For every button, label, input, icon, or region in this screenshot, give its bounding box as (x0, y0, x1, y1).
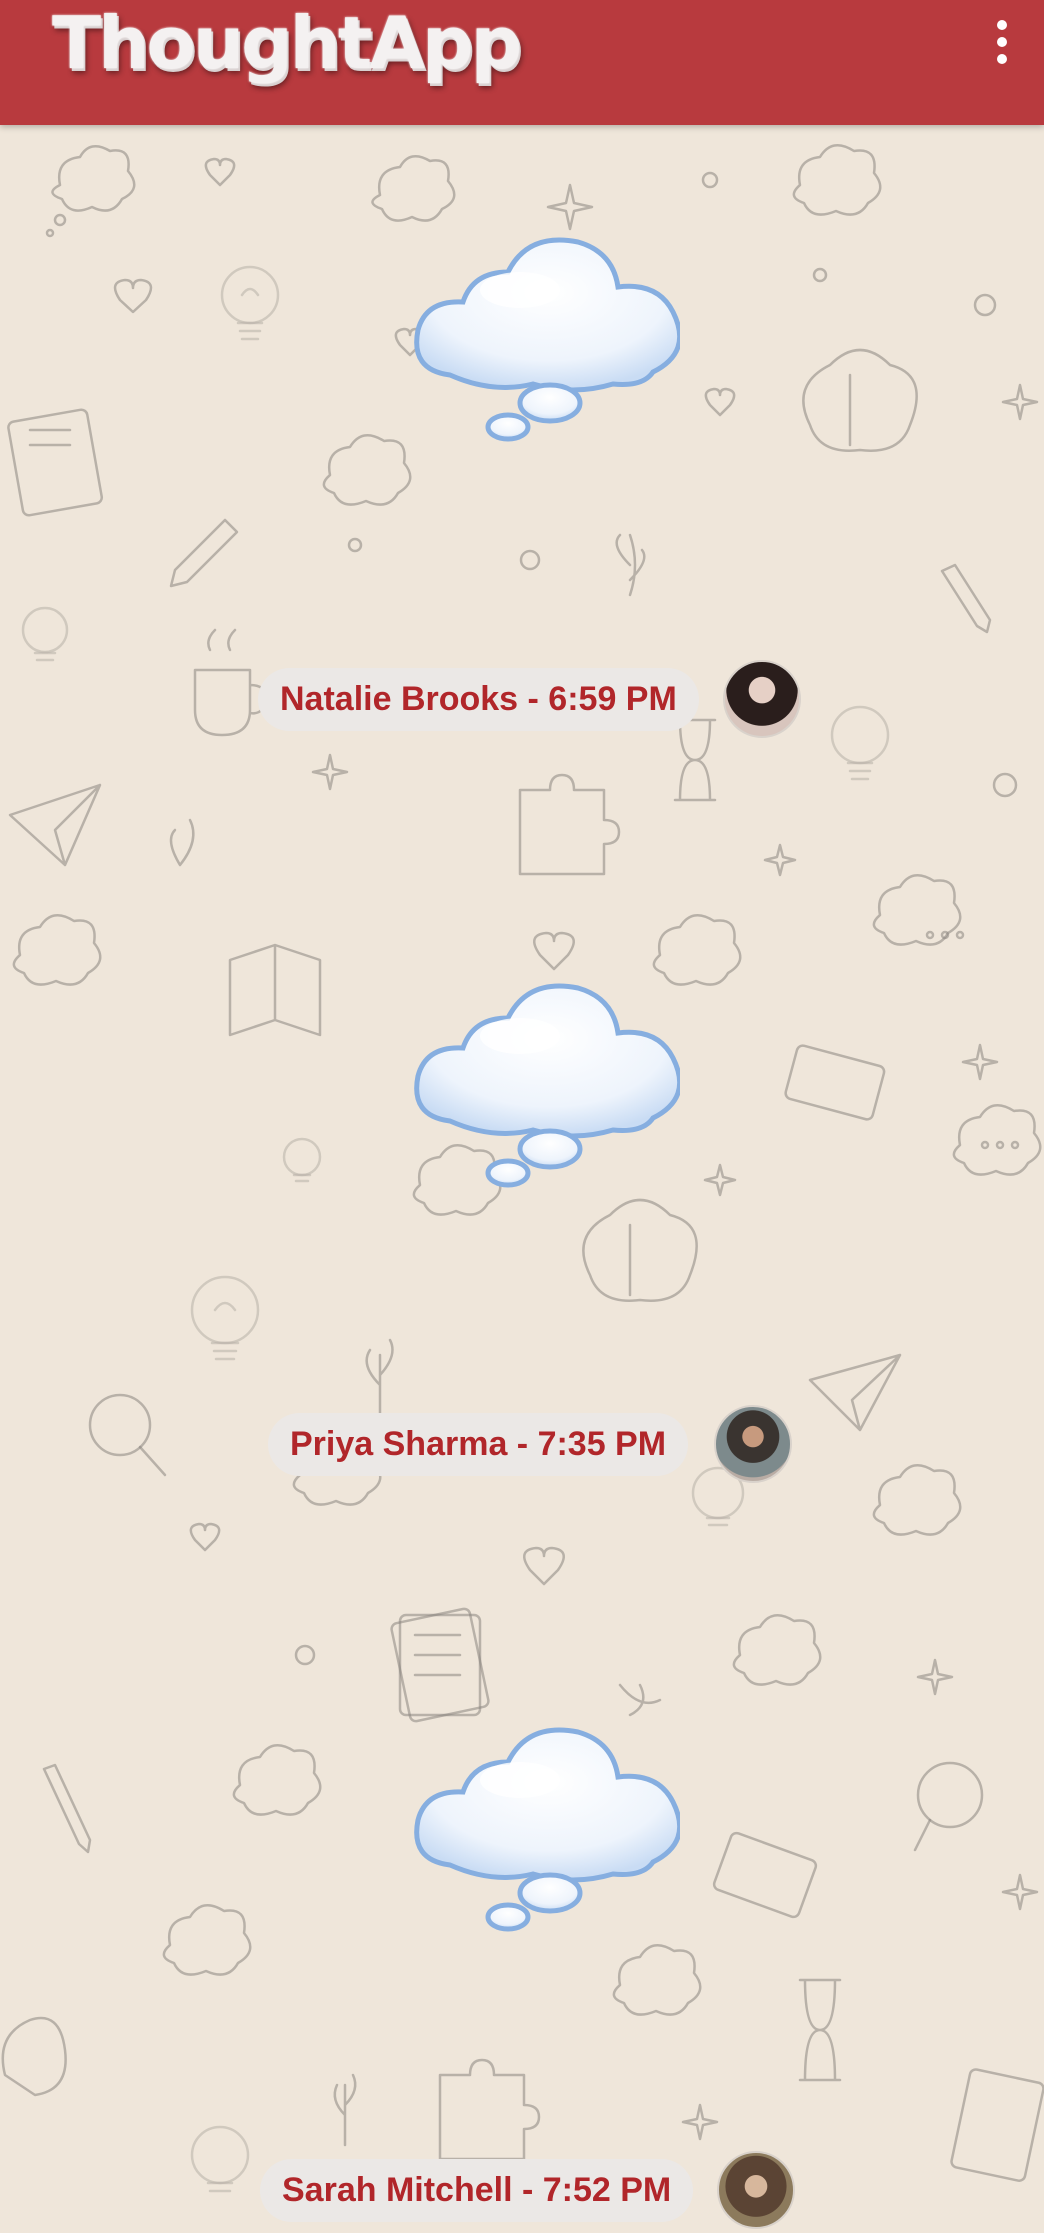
author-time-label[interactable]: Natalie Brooks - 6:59 PM (258, 667, 699, 731)
thought-cloud-icon[interactable] (410, 235, 680, 450)
author-time-label[interactable]: Sarah Mitchell - 7:52 PM (260, 2158, 694, 2222)
thought-feed[interactable]: Natalie Brooks - 6:59 PM Priya Sharma - … (0, 125, 1044, 2233)
avatar[interactable] (717, 2151, 796, 2229)
author-time-label[interactable]: Priya Sharma - 7:35 PM (268, 1412, 689, 1476)
post-meta: Priya Sharma - 7:35 PM (268, 1405, 793, 1483)
app-logo: ThoughtApp (52, 1, 522, 85)
avatar[interactable] (722, 660, 801, 738)
more-options-button[interactable] (980, 14, 1024, 70)
thought-cloud-icon[interactable] (410, 1725, 680, 1940)
avatar[interactable] (714, 1405, 793, 1483)
more-vertical-icon (997, 20, 1007, 30)
app-header: ThoughtApp (0, 0, 1044, 125)
thought-cloud-icon[interactable] (410, 981, 680, 1196)
post-meta: Natalie Brooks - 6:59 PM (258, 660, 801, 738)
post-meta: Sarah Mitchell - 7:52 PM (260, 2151, 796, 2229)
